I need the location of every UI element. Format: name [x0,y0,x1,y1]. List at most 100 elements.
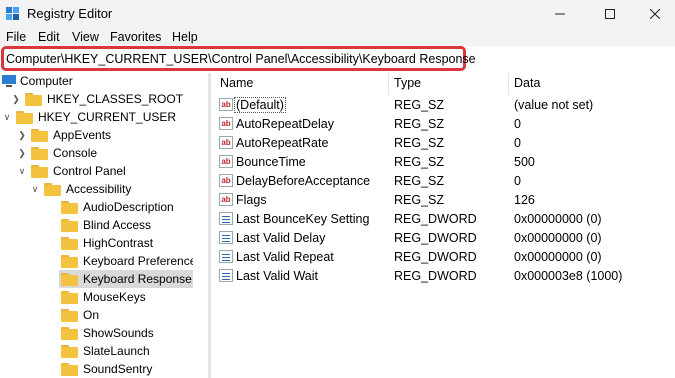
value-data: 0x00000000 (0) [514,212,602,226]
address-bar[interactable]: Computer\HKEY_CURRENT_USER\Control Panel… [0,46,675,73]
value-name[interactable]: AutoRepeatDelay [236,117,334,131]
tree-scrollbar[interactable] [193,73,208,378]
value-name[interactable]: Last Valid Repeat [236,250,334,264]
string-value-icon: ab [219,193,233,206]
tree-label: Keyboard Preference [83,254,197,268]
tree-label: Blind Access [83,218,152,232]
tree-item-showsounds[interactable]: ShowSounds [61,324,154,342]
tree-item-highcontrast[interactable]: HighContrast [61,234,153,252]
close-button[interactable] [632,0,675,28]
column-header-type[interactable]: Type [394,76,421,90]
menu-file[interactable]: File [6,30,26,44]
value-name[interactable]: (Default) [234,97,286,113]
string-value-icon: ab [219,136,233,149]
tree-item-hkcu[interactable]: ∨ HKEY_CURRENT_USER [2,108,176,126]
address-path[interactable]: Computer\HKEY_CURRENT_USER\Control Panel… [6,52,476,66]
folder-icon [16,110,33,124]
value-type: REG_SZ [394,136,445,150]
tree-item-control-panel[interactable]: ∨ Control Panel [17,162,126,180]
string-value-icon: ab [219,98,233,111]
tree-label: Keyboard Response [83,272,192,286]
value-type: REG_DWORD [394,212,477,226]
maximize-button[interactable] [587,0,633,28]
maximize-icon [605,9,615,19]
tree-label: MouseKeys [83,290,146,304]
tree-item-soundsentry[interactable]: SoundSentry [61,360,152,378]
value-name[interactable]: DelayBeforeAcceptance [236,174,370,188]
string-value-icon: ab [219,174,233,187]
menu-help[interactable]: Help [172,30,198,44]
minimize-icon [555,13,565,15]
binary-value-icon [219,269,233,282]
menu-view[interactable]: View [72,30,99,44]
value-type: REG_DWORD [394,250,477,264]
tree-item-on[interactable]: On [61,306,99,324]
folder-icon [31,164,48,178]
value-type: REG_SZ [394,193,445,207]
registry-editor-icon [6,7,19,20]
tree-item-computer[interactable]: Computer [2,73,73,89]
tree-item-audiodescription[interactable]: AudioDescription [61,198,174,216]
folder-icon [61,254,78,268]
folder-icon [61,272,78,286]
tree-item-keyboard-preference[interactable]: Keyboard Preference [61,252,196,270]
value-name[interactable]: Last Valid Delay [236,231,325,245]
value-data: 0x000003e8 (1000) [514,269,623,283]
tree-item-slatelaunch[interactable]: SlateLaunch [61,342,150,360]
tree-item-console[interactable]: ❯ Console [17,144,97,162]
tree-item-keyboard-response[interactable]: Keyboard Response [59,270,194,288]
minimize-button[interactable] [537,0,583,28]
column-header-name[interactable]: Name [220,76,253,90]
folder-icon [31,128,48,142]
value-name[interactable]: BounceTime [236,155,306,169]
folder-icon [61,326,78,340]
chevron-down-icon[interactable]: ∨ [17,166,27,176]
folder-icon [25,92,42,106]
menu-edit[interactable]: Edit [38,30,60,44]
menu-favorites[interactable]: Favorites [110,30,161,44]
tree-item-accessibility[interactable]: ∨ Accessibility [30,180,132,198]
column-divider[interactable] [388,73,389,95]
tree-item-blind-access[interactable]: Blind Access [61,216,151,234]
chevron-down-icon[interactable]: ∨ [30,184,40,194]
chevron-down-icon[interactable]: ∨ [2,112,12,122]
tree-label: Control Panel [53,164,126,178]
value-name[interactable]: Last BounceKey Setting [236,212,369,226]
tree-item-appevents[interactable]: ❯ AppEvents [17,126,111,144]
column-header-data[interactable]: Data [514,76,540,90]
chevron-right-icon[interactable]: ❯ [17,130,27,140]
tree-pane[interactable]: Computer ❯ HKEY_CLASSES_ROOT ∨ HKEY_CURR… [0,73,208,378]
column-divider[interactable] [508,73,509,95]
folder-icon [44,182,61,196]
value-name[interactable]: AutoRepeatRate [236,136,328,150]
tree-label: Computer [20,74,73,88]
menu-bar: File Edit View Favorites Help [0,28,675,46]
folder-icon [61,344,78,358]
value-name[interactable]: Flags [236,193,267,207]
tree-label: HKEY_CURRENT_USER [38,110,177,124]
value-type: REG_DWORD [394,231,477,245]
tree-label: ShowSounds [83,326,154,340]
tree-label: AppEvents [53,128,112,142]
pane-splitter[interactable] [208,73,211,378]
binary-value-icon [219,250,233,263]
computer-icon [2,75,16,87]
value-type: REG_DWORD [394,269,477,283]
folder-icon [61,218,78,232]
tree-label: On [83,308,100,322]
string-value-icon: ab [219,155,233,168]
tree-item-hkcr[interactable]: ❯ HKEY_CLASSES_ROOT [11,90,183,108]
title-bar: Registry Editor [0,0,675,28]
value-type: REG_SZ [394,174,445,188]
tree-item-mousekeys[interactable]: MouseKeys [61,288,146,306]
folder-icon [61,236,78,250]
value-data: 0 [514,117,521,131]
value-type: REG_SZ [394,117,445,131]
chevron-right-icon[interactable]: ❯ [17,148,27,158]
tree-label: SoundSentry [83,362,153,376]
chevron-right-icon[interactable]: ❯ [11,94,21,104]
value-data: 126 [514,193,535,207]
binary-value-icon [219,212,233,225]
value-name[interactable]: Last Valid Wait [236,269,318,283]
folder-icon [61,290,78,304]
